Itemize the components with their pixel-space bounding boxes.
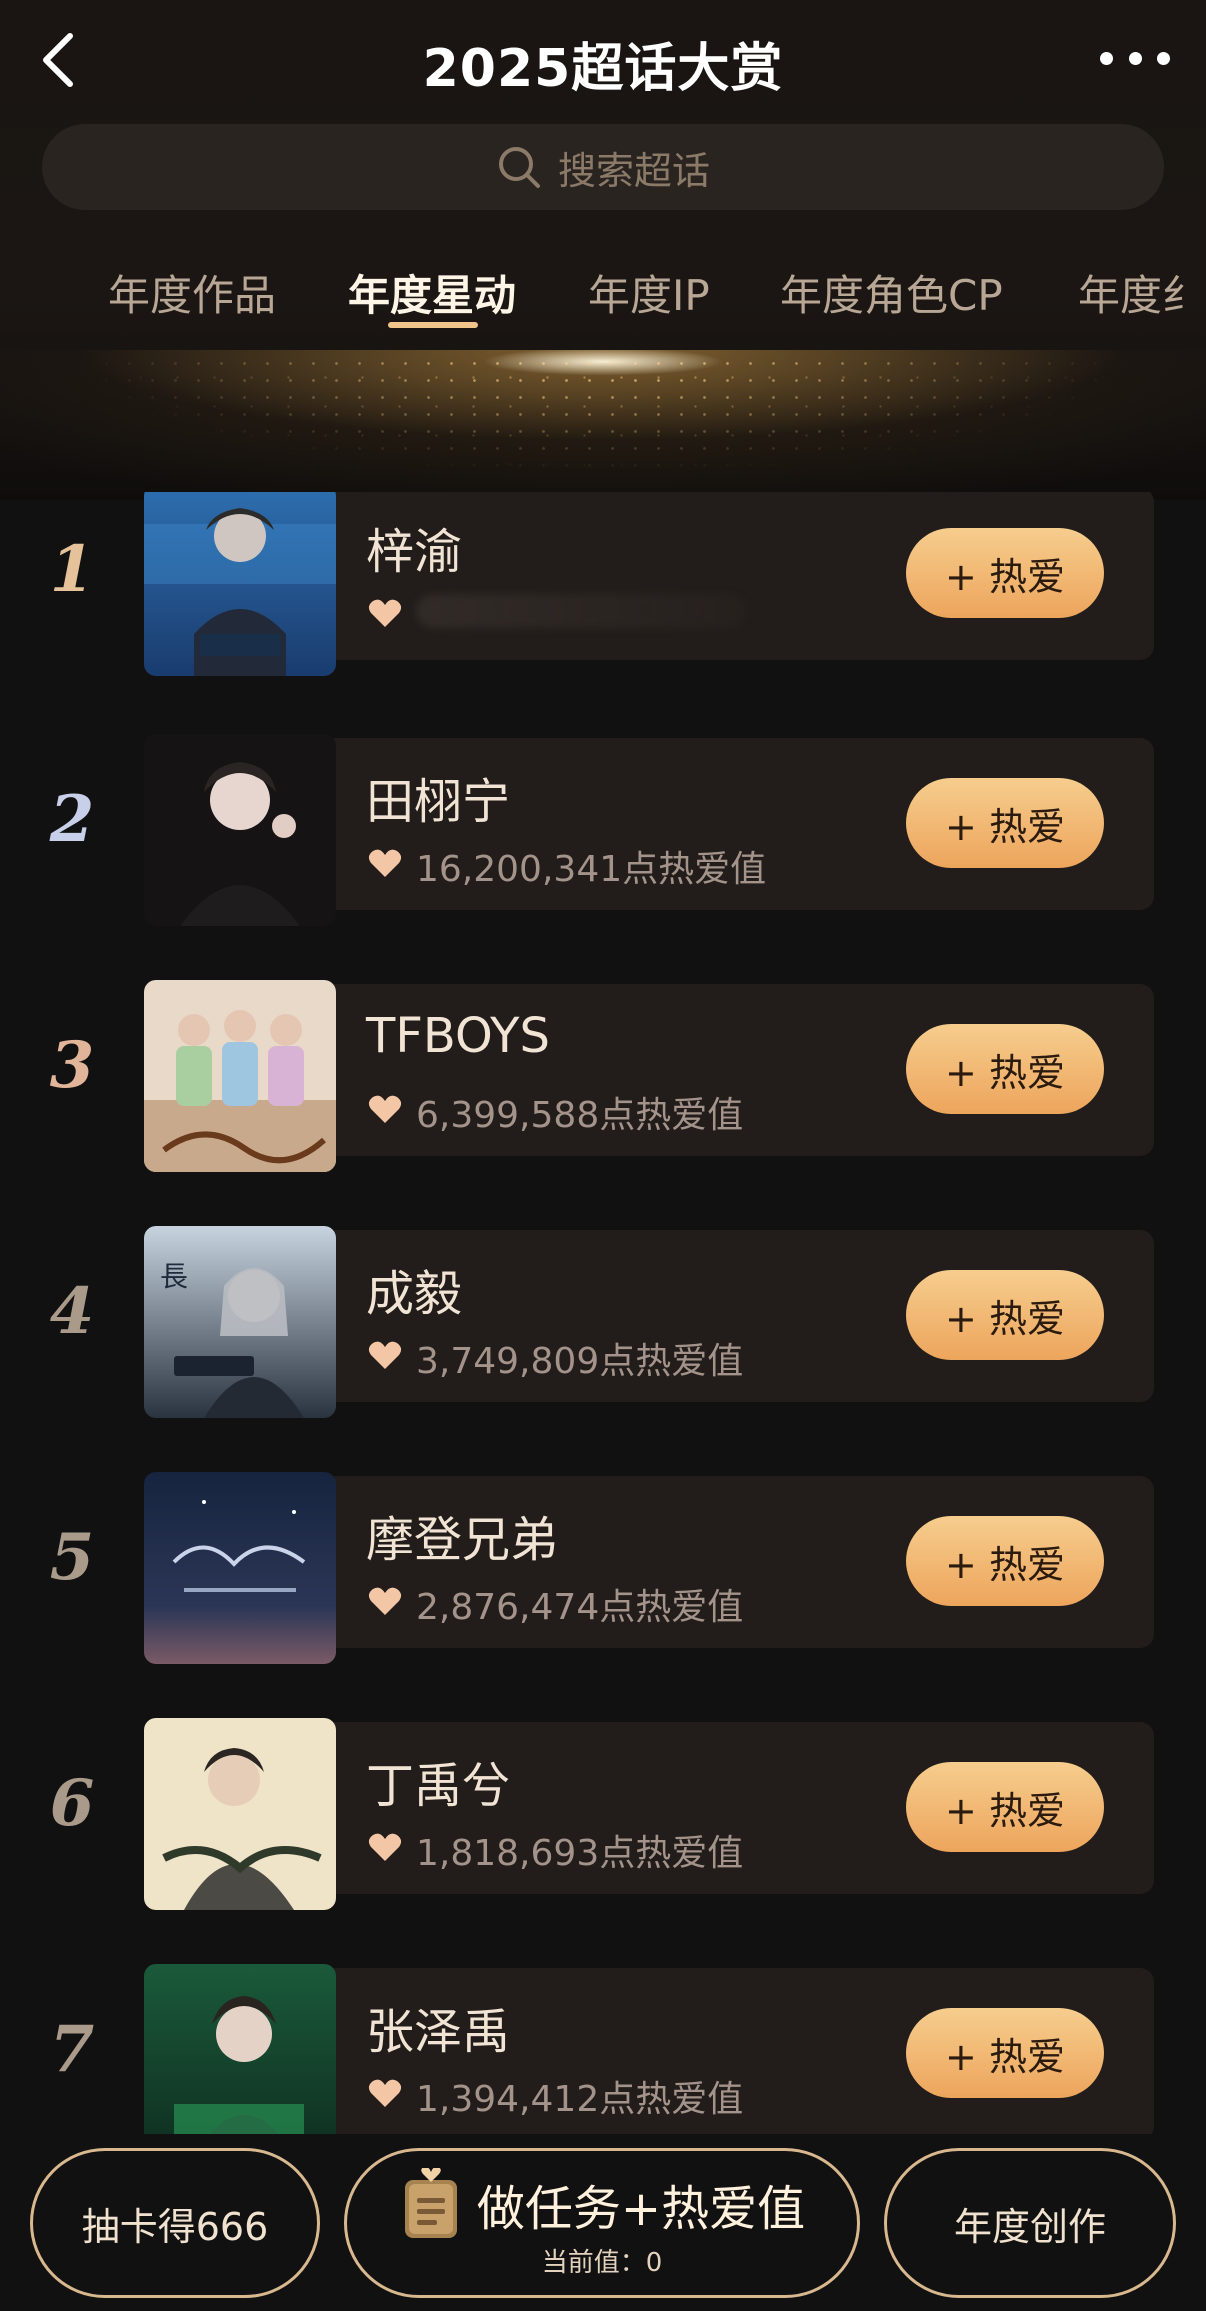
avatar[interactable]: 長 xyxy=(144,1226,336,1418)
avatar-image: 長 xyxy=(144,1226,336,1418)
avatar-image xyxy=(144,1718,336,1910)
sparkle-particles xyxy=(0,350,1206,495)
avatar[interactable] xyxy=(144,492,336,676)
rank-number: 1 xyxy=(49,532,95,607)
heart-icon xyxy=(368,1341,402,1369)
more-dot-icon xyxy=(1128,51,1142,65)
list-item[interactable]: 5 摩登兄弟 2,876,474点热爱值 + 热爱 xyxy=(0,1472,1206,1664)
list-item[interactable]: 1 梓渝 + 热爱 xyxy=(0,492,1206,676)
heat-score: 6,399,588点热爱值 xyxy=(416,1095,744,1136)
heat-score: 1,818,693点热爱值 xyxy=(416,1833,744,1874)
heart-icon xyxy=(368,1833,402,1861)
tab-annual-stars[interactable]: 年度星动 xyxy=(348,262,516,323)
love-button[interactable]: + 热爱 xyxy=(906,2008,1104,2098)
star-name: 成毅 xyxy=(366,1266,463,1322)
rank-number: 6 xyxy=(49,1766,95,1841)
annual-creation-button[interactable]: 年度创作 xyxy=(884,2148,1176,2298)
tab-annual-ip[interactable]: 年度IP xyxy=(588,262,710,323)
love-button[interactable]: + 热爱 xyxy=(906,778,1104,868)
star-name: 田栩宁 xyxy=(366,774,511,830)
list-item[interactable]: 2 田栩宁 16,200,341点热爱值 + 热爱 xyxy=(0,734,1206,926)
search-placeholder: 搜索超话 xyxy=(557,148,710,193)
list-item[interactable]: 3 TFBOYS 6,399,588点热爱值 + 热爱 xyxy=(0,980,1206,1172)
avatar[interactable] xyxy=(144,980,336,1172)
rank-number: 5 xyxy=(49,1520,95,1595)
avatar[interactable] xyxy=(144,1964,336,2134)
tasks-button[interactable]: 做任务+热爱值 当前值：0 xyxy=(344,2148,860,2298)
more-button[interactable] xyxy=(1100,44,1170,72)
list-item[interactable]: 6 丁禹兮 1,818,693点热爱值 + 热爱 xyxy=(0,1718,1206,1910)
rank-number: 4 xyxy=(49,1274,95,1349)
page-title: 2025超话大赏 xyxy=(422,39,784,99)
star-name: 摩登兄弟 xyxy=(366,1512,559,1568)
svg-text:長: 長 xyxy=(160,1260,188,1293)
score-hidden xyxy=(416,594,746,628)
star-name: 梓渝 xyxy=(366,524,463,580)
avatar[interactable] xyxy=(144,1718,336,1910)
star-name: 丁禹兮 xyxy=(366,1758,511,1814)
star-name: 张泽禹 xyxy=(366,2004,511,2060)
heat-score: 16,200,341点热爱值 xyxy=(416,849,767,890)
avatar[interactable] xyxy=(144,734,336,926)
more-dot-icon xyxy=(1157,51,1170,65)
active-tab-indicator xyxy=(388,322,478,328)
search-icon xyxy=(498,147,540,188)
tasks-title: 做任务+热爱值 xyxy=(476,2180,806,2237)
heat-score: 2,876,474点热爱值 xyxy=(416,1587,744,1628)
heart-icon xyxy=(368,849,402,877)
rank-number: 2 xyxy=(49,782,95,857)
tab-annual-role-cp[interactable]: 年度角色CP xyxy=(780,262,1003,323)
love-button[interactable]: + 热爱 xyxy=(906,1270,1104,1360)
rank-number: 3 xyxy=(49,1028,95,1103)
heart-icon xyxy=(368,1095,402,1123)
ranking-list[interactable]: 1 梓渝 + 热爱 2 田栩宁 16,200,341点热爱值 + 热爱 3 TF… xyxy=(0,492,1206,2134)
heart-icon xyxy=(368,1587,402,1615)
heart-icon xyxy=(368,2079,402,2107)
tab-annual-more[interactable]: 年度纟 xyxy=(1078,262,1204,323)
love-button[interactable]: + 热爱 xyxy=(906,528,1104,618)
avatar-image xyxy=(144,492,336,676)
heat-score: 3,749,809点热爱值 xyxy=(416,1341,744,1382)
header: 2025超话大赏 搜索超话 年度作品 年度星动 年度IP 年度角色CP 年度纟 xyxy=(0,0,1206,500)
search-bar[interactable]: 搜索超话 xyxy=(42,124,1164,210)
avatar-image xyxy=(144,980,336,1172)
category-tabs: 年度作品 年度星动 年度IP 年度角色CP 年度纟 xyxy=(0,262,1206,332)
bottom-action-bar: 抽卡得666 做任务+热爱值 当前值：0 年度创作 xyxy=(0,2134,1206,2311)
list-item[interactable]: 4 長 成毅 3,749,809点热爱值 + 热爱 xyxy=(0,1226,1206,1418)
love-button[interactable]: + 热爱 xyxy=(906,1516,1104,1606)
avatar[interactable] xyxy=(144,1472,336,1664)
tab-annual-works[interactable]: 年度作品 xyxy=(108,262,276,323)
avatar-image xyxy=(144,1472,336,1664)
heart-icon xyxy=(368,599,402,627)
more-dot-icon xyxy=(1100,51,1113,65)
star-name: TFBOYS xyxy=(366,1008,550,1064)
avatar-image xyxy=(144,734,336,926)
task-clipboard-icon xyxy=(404,2167,457,2238)
avatar-image xyxy=(144,1964,336,2134)
heat-score: 1,394,412点热爱值 xyxy=(416,2079,744,2120)
love-button[interactable]: + 热爱 xyxy=(906,1762,1104,1852)
rank-number: 7 xyxy=(49,2012,95,2087)
current-value: 当前值：0 xyxy=(541,2247,663,2278)
love-button[interactable]: + 热爱 xyxy=(906,1024,1104,1114)
list-item[interactable]: 7 张泽禹 1,394,412点热爱值 + 热爱 xyxy=(0,1964,1206,2134)
draw-card-button[interactable]: 抽卡得666 xyxy=(30,2148,320,2298)
